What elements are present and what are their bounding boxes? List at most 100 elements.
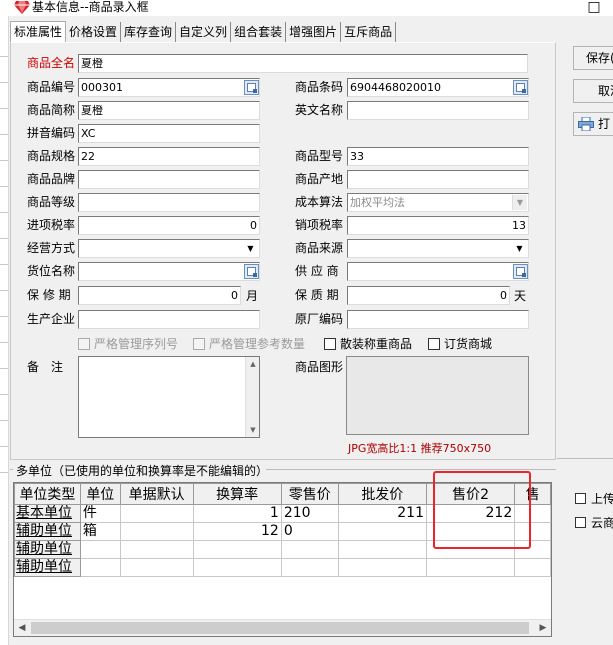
horizontal-scrollbar[interactable]: ◀ ▶ [14,619,551,636]
english-name-input[interactable] [347,101,529,120]
code-input[interactable]: 000301 [78,78,260,97]
save-button[interactable]: 保存( [573,46,613,70]
checkbox-bulk-weighing[interactable]: 散装称重商品 [324,335,412,352]
default-unit-cell[interactable] [119,558,194,577]
wholesale-price-cell[interactable]: 211 [337,504,427,523]
col-wholesale-price[interactable]: 批发价 [337,483,427,505]
short-name-input[interactable]: 夏橙 [78,101,260,120]
tab-price-settings[interactable]: 价格设置 [66,22,122,42]
cost-method-chevron-down-icon[interactable]: ▼ [512,195,527,210]
brand-input[interactable] [78,170,260,189]
unit-type-cell[interactable]: 辅助单位 [14,540,81,559]
tab-standard-attributes[interactable]: 标准属性 [10,21,67,43]
factory-code-input[interactable] [347,310,529,329]
business-mode-select[interactable] [78,239,260,258]
unit-type-cell[interactable]: 辅助单位 [14,522,81,541]
col-default-unit[interactable]: 单据默认 [119,483,194,505]
warranty-input[interactable]: 0 [78,286,241,305]
origin-input[interactable] [347,170,529,189]
col-retail-price[interactable]: 零售价 [280,483,339,505]
scrollbar-thumb[interactable] [31,622,529,634]
pinyin-input[interactable]: XC [78,124,260,143]
label-pinyin: 拼音编码 [27,126,76,140]
source-select[interactable] [347,239,529,258]
retail-price-cell[interactable] [280,540,339,559]
checkbox-box[interactable] [575,517,586,528]
conversion-rate-cell[interactable] [192,558,282,577]
unit-cell[interactable] [79,558,121,577]
col-unit[interactable]: 单位 [79,483,121,505]
barcode-picker-icon[interactable] [513,80,528,95]
wholesale-price-cell[interactable] [337,540,427,559]
input-tax-input[interactable]: 0 [78,216,260,235]
checkbox-upload[interactable]: 上传 [575,490,613,507]
model-input[interactable]: 33 [347,147,529,166]
retail-price-cell[interactable] [280,558,339,577]
table-row[interactable]: 辅助单位 [14,558,551,577]
window-maximize-button[interactable]: □ [585,0,603,16]
business-mode-chevron-down-icon[interactable]: ▼ [243,241,258,256]
location-picker-icon[interactable] [244,264,259,279]
checkbox-box[interactable] [324,337,336,350]
source-chevron-down-icon[interactable]: ▼ [512,241,527,256]
location-input[interactable] [78,262,260,281]
retail-price-cell[interactable]: 0 [280,522,339,541]
checkbox-order-mall[interactable]: 订货商城 [428,335,492,352]
print-button[interactable]: 打 [573,112,613,136]
unit-type-cell[interactable]: 基本单位 [14,504,81,523]
supplier-picker-icon[interactable] [513,264,528,279]
price-3-cell[interactable] [514,558,551,577]
conversion-rate-cell[interactable]: 12 [192,522,282,541]
tab-custom-columns[interactable]: 自定义列 [176,22,232,42]
full-name-input[interactable]: 夏橙 [78,54,528,73]
retail-price-cell[interactable]: 210 [280,504,339,523]
cost-method-select[interactable]: 加权平均法 [347,193,529,212]
checkbox-box[interactable] [78,337,90,350]
checkbox-strict-reference-qty[interactable]: 严格管理参考数量 [193,335,305,352]
shelf-life-input[interactable]: 0 [347,286,510,305]
output-tax-input[interactable]: 13 [347,216,529,235]
cancel-button[interactable]: 取消 [573,79,613,103]
checkbox-box[interactable] [575,493,586,504]
checkbox-strict-serial[interactable]: 严格管理序列号 [78,335,178,352]
label-origin: 商品产地 [295,172,344,186]
conversion-rate-cell[interactable] [192,540,282,559]
image-hint: JPG宽高比1:1 推荐750x750 [348,442,492,455]
scroll-right-icon[interactable]: ▶ [535,620,551,636]
note-scrollbar[interactable]: ▲ ▼ [245,357,259,437]
unit-cell[interactable]: 件 [79,504,121,523]
default-unit-cell[interactable] [119,540,194,559]
code-picker-icon[interactable] [244,80,259,95]
price-2-cell[interactable] [425,558,516,577]
grade-input[interactable] [78,193,260,212]
spec-input[interactable]: 22 [78,147,260,166]
col-conversion-rate[interactable]: 换算率 [192,483,282,505]
note-textarea[interactable]: ▲ ▼ [78,356,260,438]
tab-bundles[interactable]: 组合套装 [231,22,287,42]
conversion-rate-cell[interactable]: 1 [192,504,282,523]
title-bar: 基本信息--商品录入框 □ [0,0,613,16]
checkbox-bulk-weighing-label: 散装称重商品 [340,337,413,351]
barcode-input[interactable]: 6904468020010 [347,78,529,97]
checkbox-cloud-store[interactable]: 云商 [575,514,613,531]
scroll-left-icon[interactable]: ◀ [14,620,30,636]
default-unit-cell[interactable] [119,504,194,523]
shelf-life-unit: 天 [514,289,527,303]
manufacturer-input[interactable] [78,310,260,329]
product-image-box[interactable] [346,356,529,435]
tab-stock-query[interactable]: 库存查询 [121,22,177,42]
checkbox-box[interactable] [193,337,205,350]
wholesale-price-cell[interactable] [337,522,427,541]
col-unit-type[interactable]: 单位类型 [14,483,81,505]
tab-exclusive-products[interactable]: 互斥商品 [341,22,397,42]
wholesale-price-cell[interactable] [337,558,427,577]
default-unit-cell[interactable] [119,522,194,541]
supplier-input[interactable] [347,262,529,281]
checkbox-box[interactable] [428,337,440,350]
scroll-up-icon[interactable]: ▲ [246,357,260,371]
unit-cell[interactable]: 箱 [79,522,121,541]
unit-type-cell[interactable]: 辅助单位 [14,558,81,577]
tab-enhanced-images[interactable]: 增强图片 [286,22,342,42]
unit-cell[interactable] [79,540,121,559]
scroll-down-icon[interactable]: ▼ [246,423,260,437]
